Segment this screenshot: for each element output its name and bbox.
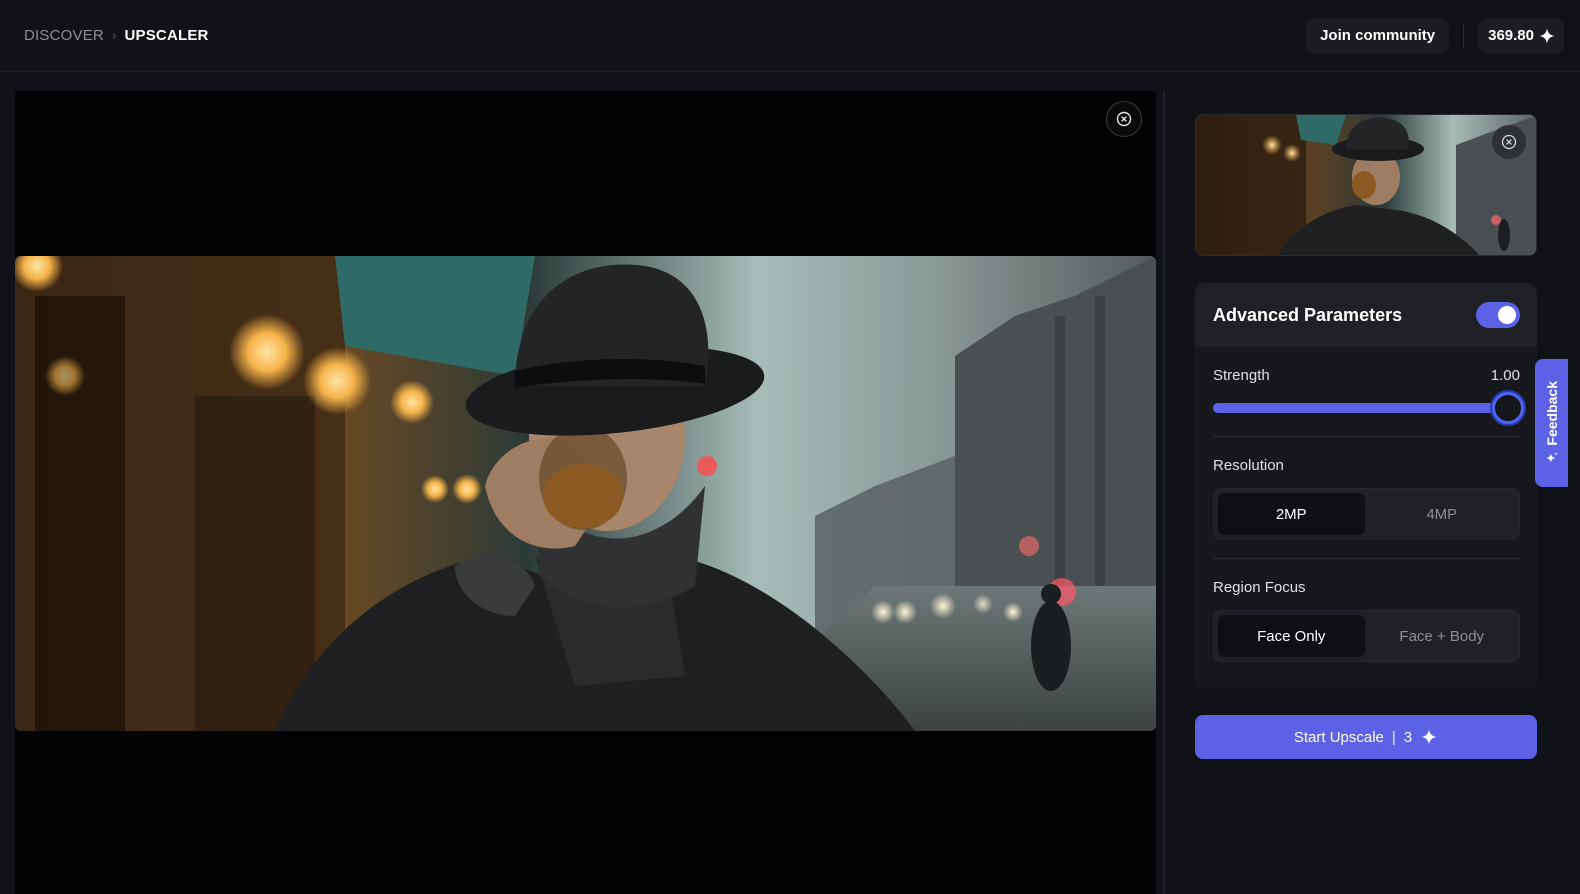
strength-slider-handle[interactable] — [1492, 392, 1524, 424]
feedback-tab[interactable]: Feedback — [1535, 359, 1568, 487]
close-icon[interactable] — [1106, 101, 1142, 137]
resolution-segmented-control: 2MP 4MP — [1213, 488, 1520, 540]
join-community-button[interactable]: Join community — [1306, 18, 1450, 53]
region-option-face-body[interactable]: Face + Body — [1369, 615, 1516, 657]
strength-label: Strength — [1213, 367, 1270, 384]
thumbnail-image — [1196, 115, 1536, 255]
resolution-section: Resolution 2MP 4MP — [1195, 437, 1537, 559]
top-bar: DISCOVER › UPSCALER Join community 369.8… — [0, 0, 1580, 72]
resolution-option-4mp[interactable]: 4MP — [1369, 493, 1516, 535]
advanced-parameters-header: Advanced Parameters — [1195, 283, 1537, 347]
header-actions: Join community 369.80 — [1306, 18, 1564, 53]
resolution-option-2mp[interactable]: 2MP — [1218, 493, 1365, 535]
header-divider — [1463, 23, 1465, 48]
strength-section: Strength 1.00 — [1195, 347, 1537, 437]
region-option-face-only[interactable]: Face Only — [1218, 615, 1365, 657]
credits-badge[interactable]: 369.80 — [1478, 18, 1564, 53]
sparkle-icon — [1421, 729, 1437, 745]
sparkle-icon — [1539, 28, 1555, 43]
strength-slider-track[interactable] — [1213, 403, 1520, 413]
advanced-parameters-toggle[interactable] — [1476, 302, 1520, 328]
toggle-knob — [1498, 306, 1516, 324]
sparkle-icon — [1545, 452, 1558, 463]
credits-value: 369.80 — [1488, 27, 1534, 44]
upscale-preview-image — [15, 256, 1156, 731]
region-focus-segmented-control: Face Only Face + Body — [1213, 610, 1520, 662]
remove-image-icon[interactable] — [1492, 125, 1526, 159]
strength-value: 1.00 — [1490, 367, 1520, 384]
start-upscale-button[interactable]: Start Upscale | 3 — [1195, 715, 1537, 759]
source-thumbnail — [1195, 114, 1537, 256]
start-upscale-separator: | — [1391, 728, 1396, 746]
image-canvas — [15, 91, 1156, 894]
chevron-right-icon: › — [111, 28, 117, 43]
advanced-parameters-title: Advanced Parameters — [1213, 304, 1403, 325]
breadcrumb-upscaler: UPSCALER — [124, 27, 209, 44]
region-focus-section: Region Focus Face Only Face + Body — [1195, 559, 1537, 662]
breadcrumb: DISCOVER › UPSCALER — [24, 27, 209, 44]
panel-splitter[interactable] — [1163, 91, 1165, 894]
start-upscale-cost: 3 — [1403, 728, 1413, 746]
advanced-parameters-panel: Advanced Parameters Strength 1.00 Resolu… — [1195, 283, 1537, 689]
resolution-label: Resolution — [1213, 457, 1284, 474]
start-upscale-label: Start Upscale — [1293, 728, 1384, 746]
strength-slider[interactable] — [1213, 392, 1524, 424]
region-focus-label: Region Focus — [1213, 579, 1306, 596]
breadcrumb-discover[interactable]: DISCOVER — [24, 27, 104, 44]
feedback-label: Feedback — [1543, 380, 1560, 446]
